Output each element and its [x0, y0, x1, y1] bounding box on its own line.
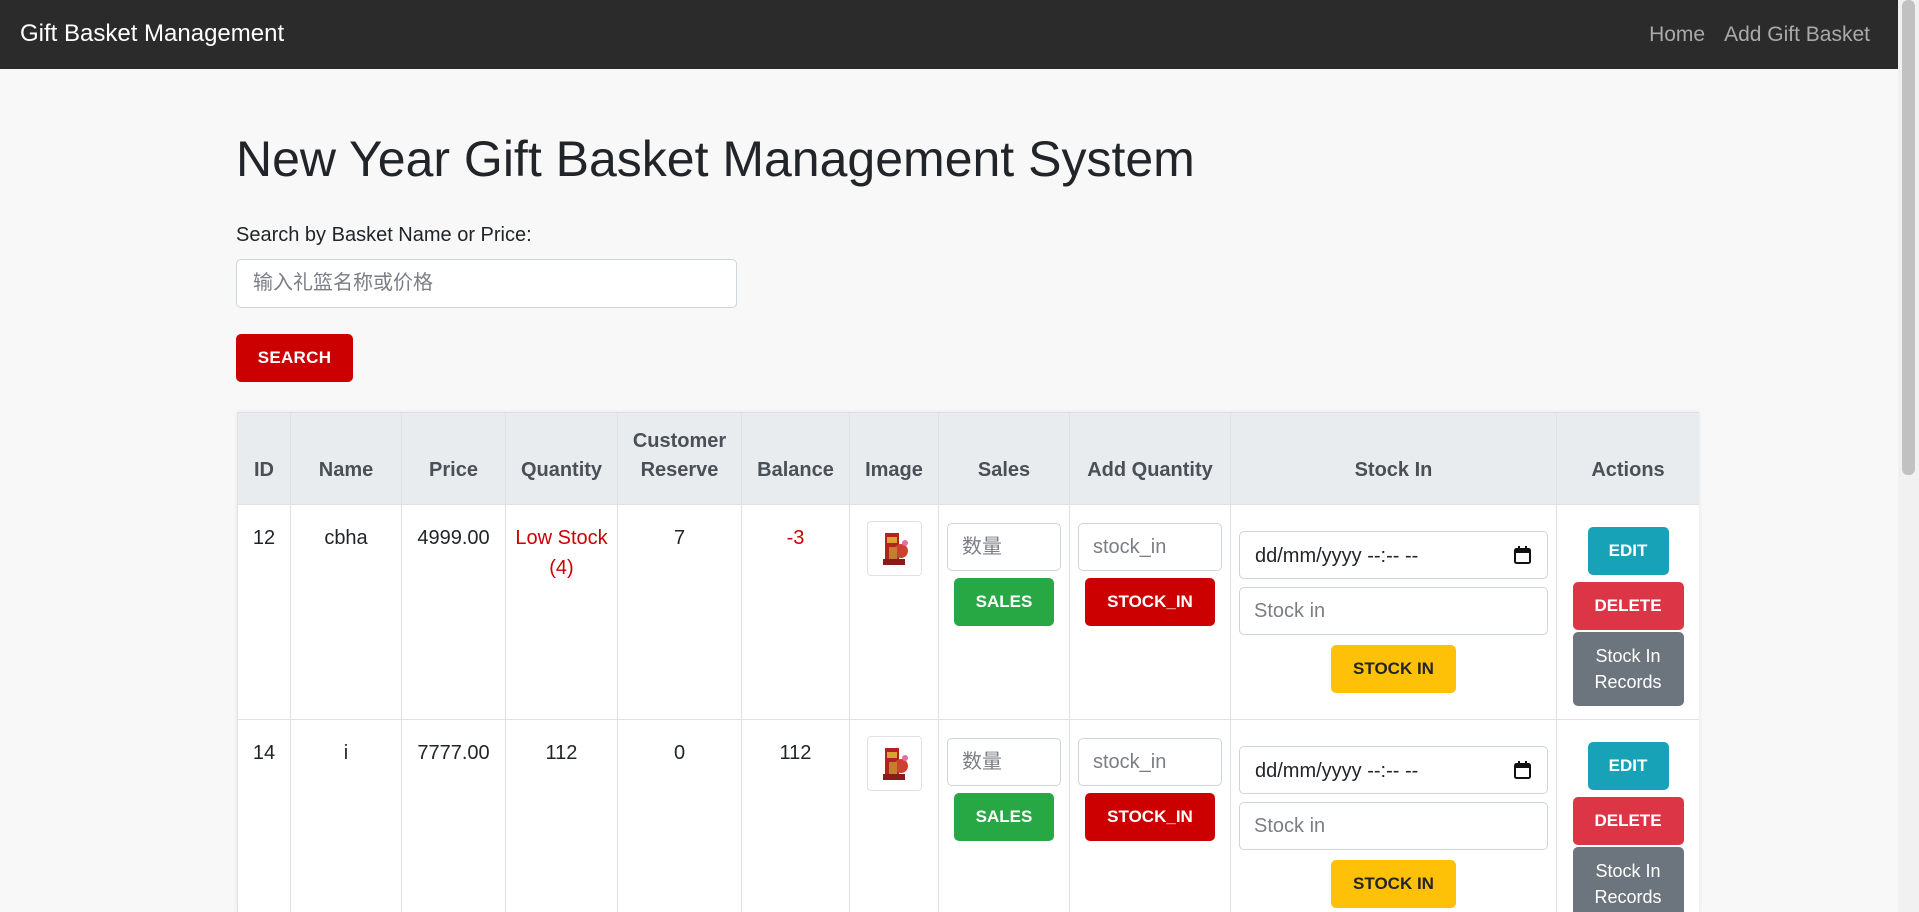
nav-links: Home Add Gift Basket — [1649, 22, 1870, 48]
calendar-icon[interactable] — [1514, 761, 1531, 779]
cell-customer-reserve: 0 — [617, 719, 742, 912]
stock-in-records-button[interactable]: Stock In Records — [1572, 632, 1684, 706]
sales-button[interactable]: SALES — [954, 578, 1054, 626]
header-id: ID — [237, 412, 291, 505]
cell-actions: EDIT DELETE Stock In Records — [1556, 504, 1699, 720]
cell-name: cbha — [290, 504, 402, 720]
sales-quantity-input[interactable] — [947, 523, 1061, 571]
edit-button[interactable]: EDIT — [1587, 742, 1669, 790]
cell-quantity-low-stock: Low Stock (4) — [505, 504, 618, 720]
header-stock-in: Stock In — [1230, 412, 1557, 505]
cell-sales: SALES — [938, 719, 1070, 912]
stock-in-datetime-field[interactable]: dd/mm/yyyy --:-- -- — [1239, 746, 1548, 794]
calendar-icon[interactable] — [1514, 546, 1531, 564]
scrollbar-thumb[interactable] — [1902, 0, 1915, 475]
cell-balance: 112 — [741, 719, 850, 912]
table-row: 12 cbha 4999.00 Low Stock (4) 7 -3 数量 SA… — [237, 504, 1699, 720]
cell-name: i — [290, 719, 402, 912]
delete-button[interactable]: DELETE — [1572, 582, 1684, 630]
stock-in-quantity-button[interactable]: STOCK_IN — [1085, 578, 1215, 626]
header-price: Price — [401, 412, 506, 505]
search-input[interactable] — [236, 259, 737, 308]
gift-basket-image — [866, 521, 922, 576]
add-quantity-input[interactable] — [1078, 523, 1222, 571]
header-actions: Actions — [1556, 412, 1699, 505]
stock-in-records-button[interactable]: Stock In Records — [1572, 847, 1684, 912]
stock-in-input[interactable] — [1239, 587, 1548, 635]
navbar-brand[interactable]: Gift Basket Management — [20, 20, 284, 48]
nav-link-home[interactable]: Home — [1649, 22, 1705, 48]
search-label: Search by Basket Name or Price: — [236, 224, 532, 246]
cell-price: 7777.00 — [401, 719, 506, 912]
cell-price: 4999.00 — [401, 504, 506, 720]
cell-balance: -3 — [741, 504, 850, 720]
cell-id: 14 — [237, 719, 291, 912]
search-button[interactable]: SEARCH — [236, 334, 353, 382]
cell-sales: SALES — [938, 504, 1070, 720]
gift-basket-icon — [882, 533, 908, 565]
stock-in-datetime-field[interactable]: dd/mm/yyyy --:-- -- — [1239, 531, 1548, 579]
header-sales: Sales — [938, 412, 1070, 505]
cell-id: 12 — [237, 504, 291, 720]
gift-basket-table: ID Name Price Quantity Customer Reserve … — [237, 412, 1699, 912]
header-add-quantity: Add Quantity — [1069, 412, 1231, 505]
gift-basket-icon — [882, 748, 908, 780]
header-quantity: Quantity — [505, 412, 618, 505]
cell-stock-in: dd/mm/yyyy --:-- -- STOCK IN — [1230, 719, 1557, 912]
cell-add-quantity: STOCK_IN — [1069, 719, 1231, 912]
datetime-placeholder: dd/mm/yyyy --:-- -- — [1255, 545, 1419, 567]
gift-basket-image — [866, 736, 922, 791]
sales-button[interactable]: SALES — [954, 793, 1054, 841]
cell-actions: EDIT DELETE Stock In Records — [1556, 719, 1699, 912]
navbar: Gift Basket Management Home Add Gift Bas… — [0, 0, 1898, 69]
datetime-placeholder: dd/mm/yyyy --:-- -- — [1255, 760, 1419, 782]
cell-image — [849, 719, 939, 912]
cell-quantity: 112 — [505, 719, 618, 912]
cell-add-quantity: STOCK_IN — [1069, 504, 1231, 720]
cell-image — [849, 504, 939, 720]
stock-in-button[interactable]: STOCK IN — [1331, 645, 1456, 693]
header-balance: Balance — [741, 412, 850, 505]
edit-button[interactable]: EDIT — [1587, 527, 1669, 575]
header-image: Image — [849, 412, 939, 505]
stock-in-quantity-button[interactable]: STOCK_IN — [1085, 793, 1215, 841]
stock-in-input[interactable] — [1239, 802, 1548, 850]
cell-stock-in: dd/mm/yyyy --:-- -- STOCK IN — [1230, 504, 1557, 720]
cell-customer-reserve: 7 — [617, 504, 742, 720]
stock-in-button[interactable]: STOCK IN — [1331, 860, 1456, 908]
table-row: 14 i 7777.00 112 0 112 数量 SALES stock_in… — [237, 719, 1699, 912]
nav-link-add-gift-basket[interactable]: Add Gift Basket — [1724, 22, 1870, 48]
add-quantity-input[interactable] — [1078, 738, 1222, 786]
delete-button[interactable]: DELETE — [1572, 797, 1684, 845]
table-header-row: ID Name Price Quantity Customer Reserve … — [237, 412, 1699, 505]
sales-quantity-input[interactable] — [947, 738, 1061, 786]
header-name: Name — [290, 412, 402, 505]
header-customer-reserve: Customer Reserve — [617, 412, 742, 505]
page-title: New Year Gift Basket Management System — [236, 131, 1195, 187]
